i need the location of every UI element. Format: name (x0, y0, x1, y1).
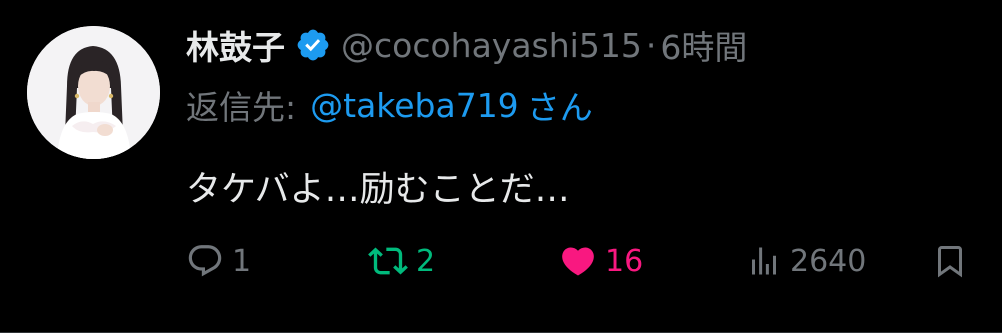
reply-count: 1 (232, 243, 252, 279)
reply-icon (188, 245, 222, 277)
bookmark-button[interactable] (932, 238, 968, 284)
tweet-text: タケバよ…励むことだ… (186, 169, 570, 210)
replying-to-label: 返信先: (186, 88, 297, 127)
like-count: 16 (605, 243, 644, 279)
views-count: 2640 (790, 243, 867, 279)
views-icon (752, 247, 776, 275)
timestamp[interactable]: 6時間 (660, 21, 747, 69)
tweet[interactable]: 林鼓子 @cocohayashi515 · 6時間 返信先: @takeba71… (0, 0, 1002, 333)
verified-badge-icon[interactable] (295, 27, 331, 63)
avatar[interactable] (27, 26, 160, 159)
views-button[interactable]: 2640 (746, 238, 866, 284)
replying-to-user-link[interactable]: @takeba719 (310, 86, 519, 125)
display-name[interactable]: 林鼓子 (186, 21, 285, 69)
replying-to: 返信先: @takeba719 さん (186, 80, 593, 130)
retweet-icon (368, 247, 408, 275)
retweet-button[interactable]: 2 (368, 238, 435, 284)
handle[interactable]: @cocohayashi515 (341, 26, 642, 65)
avatar-image (27, 26, 160, 159)
separator-dot: · (645, 25, 657, 65)
tweet-header: 林鼓子 @cocohayashi515 · 6時間 (186, 20, 747, 70)
retweet-count: 2 (416, 243, 436, 279)
like-button[interactable]: 16 (559, 238, 643, 284)
heart-icon (562, 247, 594, 276)
reply-button[interactable]: 1 (186, 238, 251, 284)
action-bar: 1 2 16 2640 (186, 238, 976, 284)
bookmark-icon (938, 246, 962, 278)
replying-to-suffix: さん (526, 88, 593, 127)
